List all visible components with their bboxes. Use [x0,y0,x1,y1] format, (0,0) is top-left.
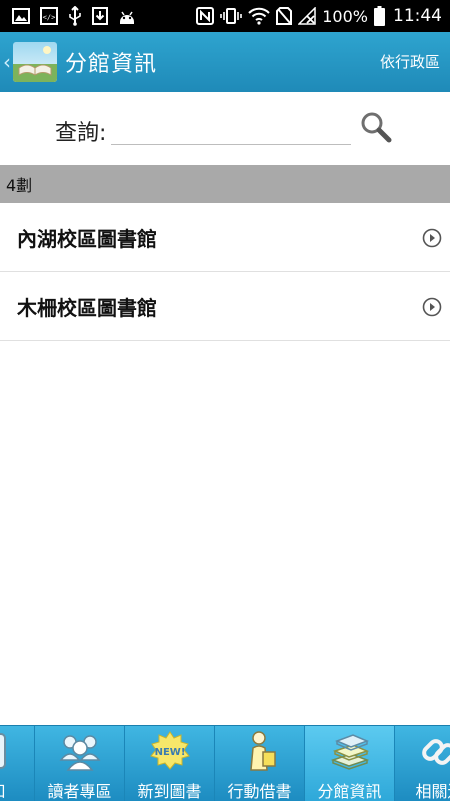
tab-label: 新到圖書 [137,782,202,801]
wifi-icon [248,7,270,25]
usb-icon [68,6,82,26]
list-item-label: 木柵校區圖書館 [17,295,157,320]
code-icon: </> [40,7,58,25]
app-logo[interactable] [13,42,57,82]
screen-title: 分館資訊 [65,52,158,77]
download-icon [92,7,108,25]
status-bar: </> 100% 11:44 [0,0,450,32]
svg-text:</>: </> [43,14,56,22]
section-header: 4劃 [0,165,450,203]
search-label: 查詢: [55,121,107,146]
list-item[interactable]: 木柵校區圖書館 [0,272,450,341]
tab-label: 分館資訊 [317,782,382,801]
android-icon [118,7,136,25]
tab-mobile-borrow[interactable]: 行動借書 [215,726,305,801]
books-stack-icon [329,730,371,772]
search-row: 查詢: [0,92,450,165]
section-header-label: 4劃 [6,176,33,195]
status-bar-notifications: </> [12,6,146,26]
sort-by-district-button[interactable]: 依行政區 [380,51,440,72]
search-input[interactable] [111,114,351,145]
tab-label: 通知 [0,778,34,801]
users-icon [59,730,101,772]
new-badge-icon: NEW! [149,730,191,772]
signal-off-icon [298,7,316,25]
status-bar-system: 100% 11:44 [190,6,442,26]
link-icon [419,730,450,772]
image-icon [12,8,30,24]
svg-text:NEW!: NEW! [155,747,186,758]
tab-label: 行動借書 [227,782,292,801]
tab-label: 相關連 [415,782,450,801]
tab-new-books[interactable]: NEW! 新到圖書 [125,726,215,801]
battery-icon [374,6,385,26]
chevron-right-circle-icon [422,228,442,248]
back-chevron-icon[interactable]: ‹ [3,50,11,74]
tab-branch-info[interactable]: 分館資訊 [305,726,395,801]
action-bar: ‹ 分館資訊 依行政區 [0,32,450,92]
search-icon[interactable] [359,110,393,144]
nfc-icon [196,7,215,25]
battery-percent: 100% [322,6,368,26]
tab-related-links[interactable]: 相關連 [395,726,450,801]
reading-person-icon [239,730,281,772]
chevron-right-circle-icon [422,297,442,317]
bottom-tab-bar: 通知 讀者專區 NEW! 新到圖書 [0,725,450,801]
no-sim-icon [276,7,293,25]
notice-icon [0,730,11,772]
tab-notice[interactable]: 通知 [0,726,35,801]
list-item-label: 內湖校區圖書館 [17,226,157,251]
status-bar-time: 11:44 [393,6,442,26]
tab-label: 讀者專區 [47,782,112,801]
list-item[interactable]: 內湖校區圖書館 [0,203,450,272]
vibrate-icon [220,7,243,25]
tab-reader-zone[interactable]: 讀者專區 [35,726,125,801]
branch-list: 內湖校區圖書館 木柵校區圖書館 [0,203,450,341]
